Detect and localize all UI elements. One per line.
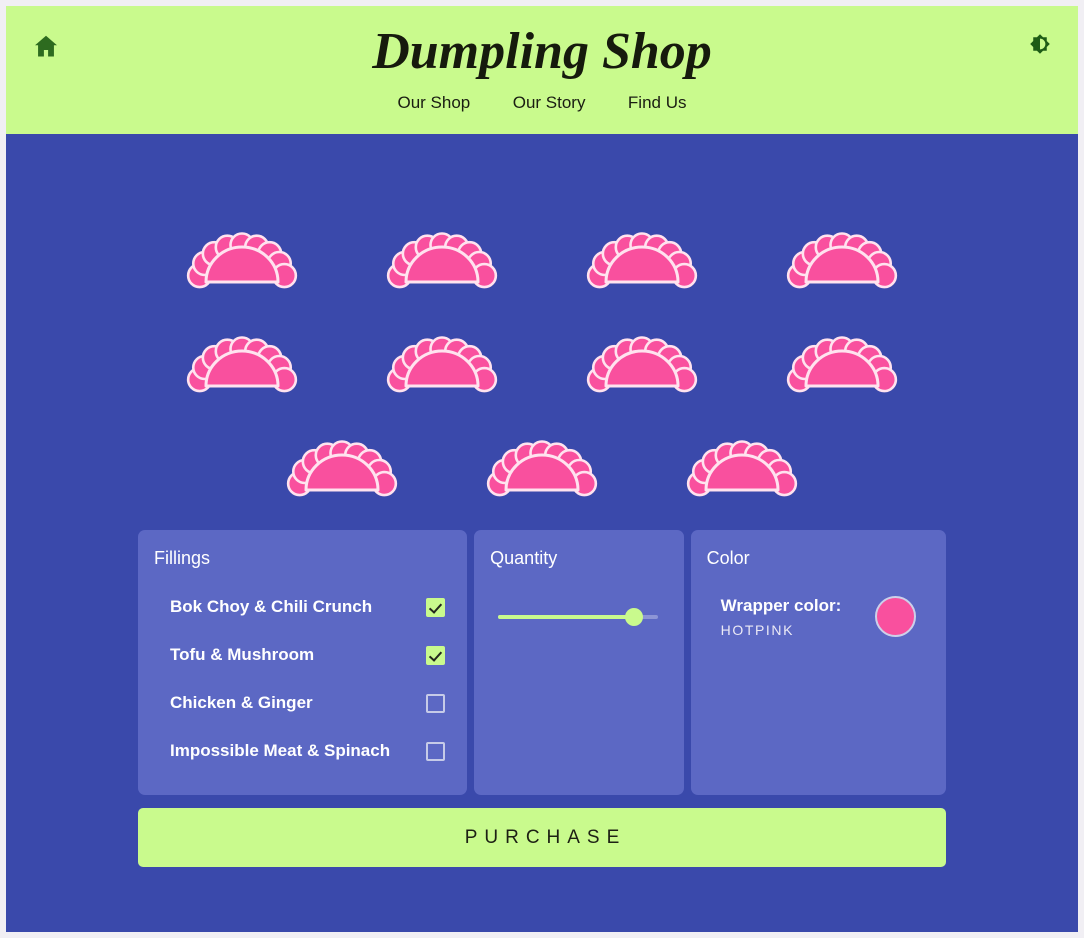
dumpling-cell <box>742 212 942 294</box>
filling-option-row[interactable]: Impossible Meat & Spinach <box>152 727 451 775</box>
dumpling-cell <box>242 420 442 502</box>
page-title: Dumpling Shop <box>372 23 712 80</box>
dumpling-cell <box>742 316 942 398</box>
color-panel-title: Color <box>706 548 750 568</box>
dumpling-row <box>142 212 942 294</box>
quantity-panel: Quantity <box>474 530 684 795</box>
main-nav: Our Shop Our Story Find Us <box>6 93 1078 113</box>
fillings-panel: Fillings Bok Choy & Chili Crunch Tofu & … <box>138 530 468 795</box>
filling-checkbox[interactable] <box>426 741 446 761</box>
nav-link-our-story[interactable]: Our Story <box>513 93 586 113</box>
controls-row: Fillings Bok Choy & Chili Crunch Tofu & … <box>138 530 946 795</box>
home-icon[interactable] <box>32 32 60 60</box>
nav-link-find-us[interactable]: Find Us <box>628 93 687 113</box>
filling-label: Bok Choy & Chili Crunch <box>170 597 373 616</box>
dumpling-cell <box>142 212 342 294</box>
filling-option-row[interactable]: Tofu & Mushroom <box>152 631 451 679</box>
filling-checkbox[interactable] <box>426 693 446 713</box>
filling-label: Chicken & Ginger <box>170 693 313 712</box>
dumpling-row <box>142 420 942 502</box>
filling-label: Impossible Meat & Spinach <box>170 741 391 760</box>
color-swatch[interactable] <box>875 596 916 637</box>
brightness-toggle-icon[interactable] <box>1026 30 1054 58</box>
quantity-panel-title: Quantity <box>490 548 558 568</box>
wrapper-color-value: HOTPINK <box>720 622 795 638</box>
dumpling-cell <box>342 212 542 294</box>
site-header: Dumpling Shop Our Shop Our Story Find Us <box>6 6 1078 134</box>
dumpling-cell <box>342 316 542 398</box>
dumpling-row <box>142 316 942 398</box>
filling-option-row[interactable]: Chicken & Ginger <box>152 679 451 727</box>
dumpling-cell <box>442 420 642 502</box>
dumpling-cell <box>642 420 842 502</box>
dumpling-grid <box>142 212 942 502</box>
purchase-button[interactable]: PURCHASE <box>138 808 946 867</box>
nav-link-our-shop[interactable]: Our Shop <box>398 93 471 113</box>
dumpling-cell <box>542 316 742 398</box>
filling-checkbox[interactable] <box>426 597 446 617</box>
dumpling-stage <box>6 134 1078 502</box>
color-panel-body: Wrapper color: HOTPINK <box>705 583 930 638</box>
slider-fill <box>498 615 635 619</box>
filling-option-row[interactable]: Bok Choy & Chili Crunch <box>152 583 451 631</box>
fillings-panel-title: Fillings <box>154 548 211 568</box>
filling-checkbox[interactable] <box>426 645 446 665</box>
slider-thumb[interactable] <box>625 608 644 626</box>
color-panel: Color Wrapper color: HOTPINK <box>690 530 946 795</box>
wrapper-color-label: Wrapper color: <box>720 596 842 615</box>
quantity-slider[interactable] <box>488 607 667 627</box>
dumpling-cell <box>142 316 342 398</box>
dumpling-cell <box>542 212 742 294</box>
filling-label: Tofu & Mushroom <box>170 645 315 664</box>
app-page: Dumpling Shop Our Shop Our Story Find Us <box>6 6 1078 932</box>
wrapper-color-text: Wrapper color: HOTPINK <box>721 595 842 638</box>
